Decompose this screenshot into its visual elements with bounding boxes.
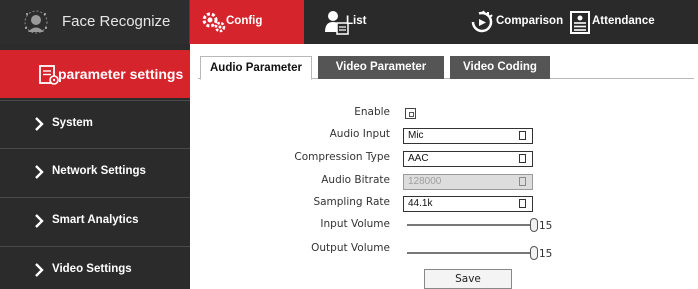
nav-tab-comparison[interactable]: Comparison	[454, 0, 564, 44]
audio-input-label: Audio Input	[329, 128, 390, 140]
sampling-rate-select[interactable]: 44.1k	[403, 196, 533, 212]
slider-track	[407, 252, 533, 254]
nav-tab-list[interactable]: List	[304, 0, 454, 44]
sidebar-item-smart-analytics[interactable]: Smart Analytics	[0, 197, 190, 245]
chevron-right-icon	[35, 165, 44, 179]
sampling-rate-label: Sampling Rate	[313, 196, 390, 208]
nav-tab-label: Attendance	[592, 15, 655, 27]
nav-tab-config[interactable]: Config	[190, 0, 304, 44]
tab-audio-parameter[interactable]: Audio Parameter	[200, 56, 312, 80]
audio-bitrate-select: 128000	[403, 174, 533, 190]
dropdown-caret-icon	[519, 154, 526, 163]
dropdown-caret-icon	[519, 177, 526, 186]
audio-bitrate-value: 128000	[408, 176, 442, 187]
main-content: Audio Parameter Video Parameter Video Co…	[190, 44, 698, 289]
sidebar-item-label: Video Settings	[52, 263, 132, 275]
tab-video-coding[interactable]: Video Coding	[450, 56, 550, 79]
face-scan-icon	[24, 10, 48, 34]
dropdown-caret-icon	[519, 199, 526, 208]
nav-tab-label: List	[346, 15, 367, 27]
sidebar-item-label: Network Settings	[52, 165, 146, 177]
input-volume-value: 15	[539, 220, 553, 232]
sidebar-item-label: Smart Analytics	[52, 214, 139, 226]
comparison-icon	[471, 10, 493, 33]
app-title: Face Recognize	[62, 13, 171, 30]
enable-checkbox[interactable]	[405, 108, 416, 119]
sidebar-item-parameter-settings[interactable]: parameter settings	[0, 50, 190, 98]
compression-type-value: AAC	[408, 153, 429, 164]
settings-document-icon	[39, 65, 59, 85]
chevron-right-icon	[35, 263, 44, 277]
tab-video-parameter[interactable]: Video Parameter	[318, 56, 444, 79]
output-volume-value: 15	[539, 248, 553, 260]
compression-type-select[interactable]: AAC	[403, 151, 533, 167]
save-button[interactable]: Save	[424, 269, 512, 289]
nav-tab-attendance[interactable]: Attendance	[564, 0, 698, 44]
sidebar-header-label: parameter settings	[58, 66, 184, 82]
nav-tab-label: Config	[226, 15, 263, 27]
audio-bitrate-label: Audio Bitrate	[321, 174, 390, 186]
enable-label: Enable	[354, 106, 390, 118]
nav-tab-label: Comparison	[496, 15, 564, 27]
compression-type-label: Compression Type	[294, 151, 390, 163]
attendance-icon	[570, 11, 590, 34]
audio-input-select[interactable]: Mic	[403, 128, 533, 144]
input-volume-label: Input Volume	[320, 218, 390, 230]
slider-thumb[interactable]	[530, 218, 538, 232]
output-volume-label: Output Volume	[311, 242, 390, 254]
chevron-right-icon	[35, 117, 44, 131]
dropdown-caret-icon	[519, 131, 526, 140]
output-volume-slider[interactable]	[407, 245, 538, 261]
audio-input-value: Mic	[408, 130, 424, 141]
input-volume-slider[interactable]	[407, 217, 538, 233]
sidebar-item-system[interactable]: System	[0, 100, 190, 148]
sidebar: parameter settings System Network Settin…	[0, 44, 190, 289]
slider-track	[407, 224, 533, 226]
brand: Face Recognize	[0, 0, 190, 44]
slider-thumb[interactable]	[530, 246, 538, 260]
sidebar-item-video-settings[interactable]: Video Settings	[0, 246, 190, 289]
chevron-right-icon	[35, 214, 44, 228]
gears-icon	[202, 12, 226, 33]
sampling-rate-value: 44.1k	[408, 198, 433, 209]
sidebar-item-network-settings[interactable]: Network Settings	[0, 148, 190, 196]
top-navigation-bar: Face Recognize Config List Comparison At…	[0, 0, 698, 44]
sidebar-item-label: System	[52, 117, 93, 129]
